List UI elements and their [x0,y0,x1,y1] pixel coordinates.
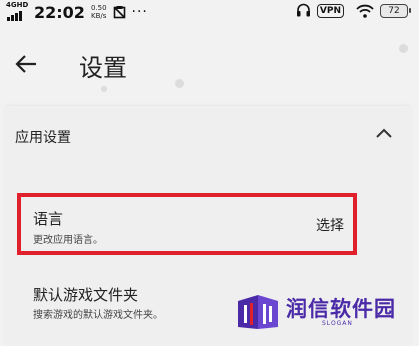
watermark: 润信软件园 SLOGAN [230,287,419,337]
decorative-dot [175,79,184,88]
network-speed-value: 0.50 [90,4,107,12]
network-type: 4GHD [6,1,29,9]
battery-level: 72 [380,3,408,18]
network-speed-unit: KB/s [91,12,107,20]
vpn-badge: VPN [316,3,344,18]
default-game-folder-title: 默认游戏文件夹 [33,286,139,304]
decorative-dot [101,86,107,92]
notification-icon [113,5,126,19]
watermark-text: 润信软件园 [286,297,396,321]
default-game-folder-summary: 搜索游戏的默认游戏文件夹。 [33,310,163,321]
chevron-up-icon[interactable] [375,128,393,139]
arrow-left-icon [15,55,36,73]
watermark-slogan: SLOGAN [322,320,353,327]
section-title: 应用设置 [15,130,71,146]
battery-icon: 72 [380,3,411,18]
network-speed: 0.50 KB/s [91,4,107,20]
more-notifications-icon: ··· [131,4,148,20]
cellular-signal-icon: 4GHD [6,1,32,22]
decorative-dot [399,44,408,53]
headphones-icon [296,3,311,18]
highlight-annotation-box [17,193,357,255]
status-bar: 4GHD 22:02 0.50 KB/s ··· VPN 72 [0,0,419,26]
app-settings-section-header[interactable]: 应用设置 [5,106,411,166]
back-button[interactable] [12,50,40,78]
watermark-logo-icon [238,295,278,329]
status-time: 22:02 [34,2,85,22]
wifi-icon [356,4,374,18]
page-title: 设置 [79,54,127,82]
